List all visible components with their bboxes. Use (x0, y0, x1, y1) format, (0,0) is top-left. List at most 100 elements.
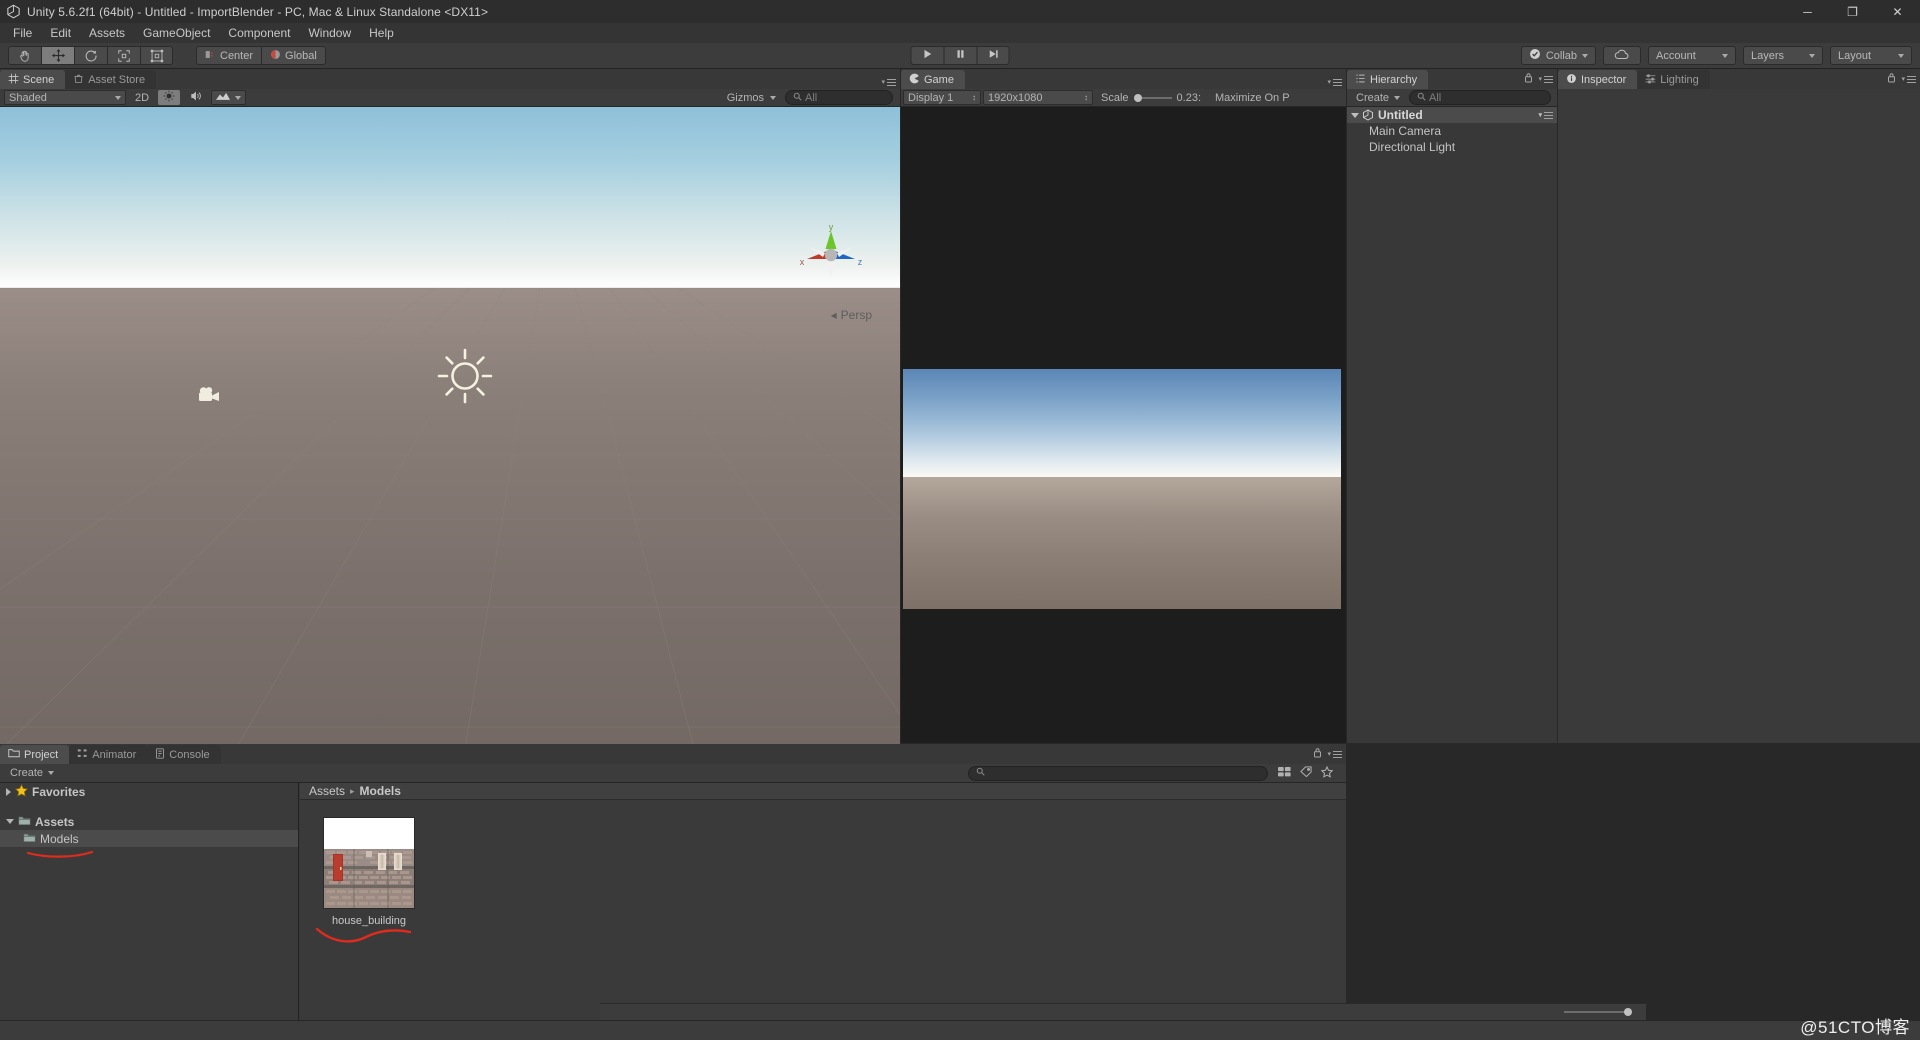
tab-lighting[interactable]: Lighting (1637, 70, 1710, 89)
lock-icon[interactable] (1524, 72, 1533, 86)
tab-scene[interactable]: Scene (0, 70, 66, 89)
hierarchy-scene-root[interactable]: Untitled ▾ (1347, 107, 1557, 123)
pivot-mode-label: Center (220, 49, 254, 62)
layout-button[interactable]: Layout (1830, 46, 1912, 65)
tab-project[interactable]: Project (0, 745, 70, 764)
rect-transform-icon (150, 49, 164, 63)
cloud-button[interactable] (1603, 46, 1641, 65)
window-title: Unity 5.6.2f1 (64bit) - Untitled - Impor… (27, 4, 489, 19)
rect-tool-button[interactable] (140, 46, 173, 65)
resolution-dropdown[interactable]: 1920x1080 ↕ (983, 90, 1093, 105)
asset-zoom-slider[interactable] (1564, 1008, 1632, 1016)
tab-hierarchy[interactable]: Hierarchy (1347, 70, 1429, 89)
scene-viewport[interactable]: y x z ◂ Persp (0, 107, 900, 810)
account-label: Account (1656, 49, 1696, 62)
scene-orientation-gizmo[interactable]: y x z (797, 219, 865, 290)
game-options-menu-icon[interactable]: ▾ (1327, 78, 1342, 86)
space-mode-button[interactable]: Global (261, 46, 326, 65)
scene-lighting-toggle[interactable] (158, 90, 181, 105)
toggle-2d-button[interactable]: 2D (130, 90, 154, 105)
breadcrumb-assets[interactable]: Assets (309, 784, 345, 798)
step-button[interactable] (976, 46, 1010, 65)
pause-button[interactable] (943, 46, 977, 65)
favorite-filter-icon[interactable] (1320, 765, 1334, 781)
menu-component[interactable]: Component (219, 24, 299, 42)
hierarchy-item-directional-light[interactable]: Directional Light (1347, 139, 1557, 155)
close-button[interactable]: ✕ (1875, 0, 1920, 23)
scene-name-label: Untitled (1378, 108, 1423, 122)
hierarchy-options-menu-icon[interactable]: ▾ (1538, 75, 1553, 83)
asset-thumbnail[interactable] (323, 817, 415, 909)
account-button[interactable]: Account (1648, 46, 1736, 65)
tree-item-label: Assets (35, 814, 75, 829)
game-viewport[interactable] (901, 107, 1346, 743)
scale-tool-button[interactable] (107, 46, 140, 65)
breadcrumb-models[interactable]: Models (360, 784, 401, 798)
menu-file[interactable]: File (4, 24, 41, 42)
collab-button[interactable]: Collab (1520, 46, 1596, 65)
game-ground (903, 477, 1341, 609)
move-tool-button[interactable] (41, 46, 74, 65)
main-camera-gizmo[interactable] (198, 386, 224, 407)
tree-item-models[interactable]: Models (0, 830, 298, 847)
menu-edit[interactable]: Edit (41, 24, 80, 42)
scale-slider-track[interactable] (1133, 93, 1172, 102)
tab-animator[interactable]: Animator (69, 745, 148, 764)
tab-console[interactable]: Console (147, 745, 221, 764)
chevron-down-icon (115, 95, 121, 100)
breadcrumb: Assets ▸ Models (300, 783, 1346, 800)
hierarchy-item-main-camera[interactable]: Main Camera (1347, 123, 1557, 139)
scene-toolbar: Shaded 2D Gizmos All (0, 89, 900, 107)
project-search-input[interactable] (968, 765, 1268, 781)
tab-asset-store[interactable]: Asset Store (65, 70, 157, 89)
project-options-menu-icon[interactable]: ▾ (1327, 750, 1342, 758)
maximize-on-play-toggle[interactable]: Maximize On P (1210, 90, 1295, 105)
tab-game[interactable]: Game (901, 70, 965, 89)
asset-item-house-building[interactable]: house_building (314, 817, 424, 927)
hand-tool-button[interactable] (8, 46, 41, 65)
scene-projection-label[interactable]: ◂ Persp (831, 308, 872, 322)
gizmos-dropdown[interactable]: Gizmos (722, 90, 781, 105)
scene-options-menu-icon[interactable]: ▾ (881, 78, 896, 86)
game-scale-slider[interactable]: Scale 0.23: (1096, 90, 1206, 105)
maximize-button[interactable]: ❐ (1830, 0, 1875, 23)
tree-item-favorites[interactable]: Favorites (0, 783, 298, 800)
minimize-button[interactable]: ─ (1785, 0, 1830, 23)
draw-mode-dropdown[interactable]: Shaded (4, 90, 126, 105)
pivot-mode-button[interactable]: Center (196, 46, 262, 65)
tree-item-assets[interactable]: Assets (0, 813, 298, 830)
move-arrows-icon (51, 48, 66, 63)
hierarchy-search-input[interactable]: All (1409, 90, 1551, 105)
layers-button[interactable]: Layers (1743, 46, 1823, 65)
scene-audio-toggle[interactable] (184, 90, 207, 105)
directional-light-gizmo[interactable] (434, 345, 496, 410)
foldout-open-icon[interactable] (6, 819, 14, 824)
menu-help[interactable]: Help (360, 24, 403, 42)
display-dropdown[interactable]: Display 1 ↕ (903, 90, 981, 105)
menu-window[interactable]: Window (299, 24, 360, 42)
scene-effects-dropdown[interactable] (211, 90, 247, 105)
play-button[interactable] (910, 46, 944, 65)
display-label: Display 1 (908, 91, 954, 104)
label-filter-icon[interactable] (1300, 766, 1312, 780)
tab-inspector[interactable]: Inspector (1558, 70, 1638, 89)
gizmos-label: Gizmos (726, 91, 764, 104)
menu-assets[interactable]: Assets (80, 24, 134, 42)
chevron-down-icon (1809, 53, 1815, 58)
foldout-closed-icon[interactable] (6, 787, 11, 796)
game-tab-tools: ▾ (1327, 78, 1342, 86)
rotate-tool-button[interactable] (74, 46, 107, 65)
step-icon (987, 48, 999, 63)
project-create-button[interactable]: Create (5, 766, 59, 781)
type-filter-icon[interactable] (1278, 766, 1291, 780)
scene-context-menu-icon[interactable]: ▾ (1538, 111, 1553, 119)
scene-search-input[interactable]: All (785, 90, 893, 105)
scale-icon (117, 49, 131, 63)
inspector-options-menu-icon[interactable]: ▾ (1901, 75, 1916, 83)
foldout-open-icon[interactable] (1351, 112, 1359, 118)
menu-gameobject[interactable]: GameObject (134, 24, 219, 42)
title-bar: Unity 5.6.2f1 (64bit) - Untitled - Impor… (0, 0, 1920, 23)
lock-icon[interactable] (1313, 747, 1322, 761)
lock-icon[interactable] (1887, 72, 1896, 86)
hierarchy-create-button[interactable]: Create (1351, 90, 1405, 105)
